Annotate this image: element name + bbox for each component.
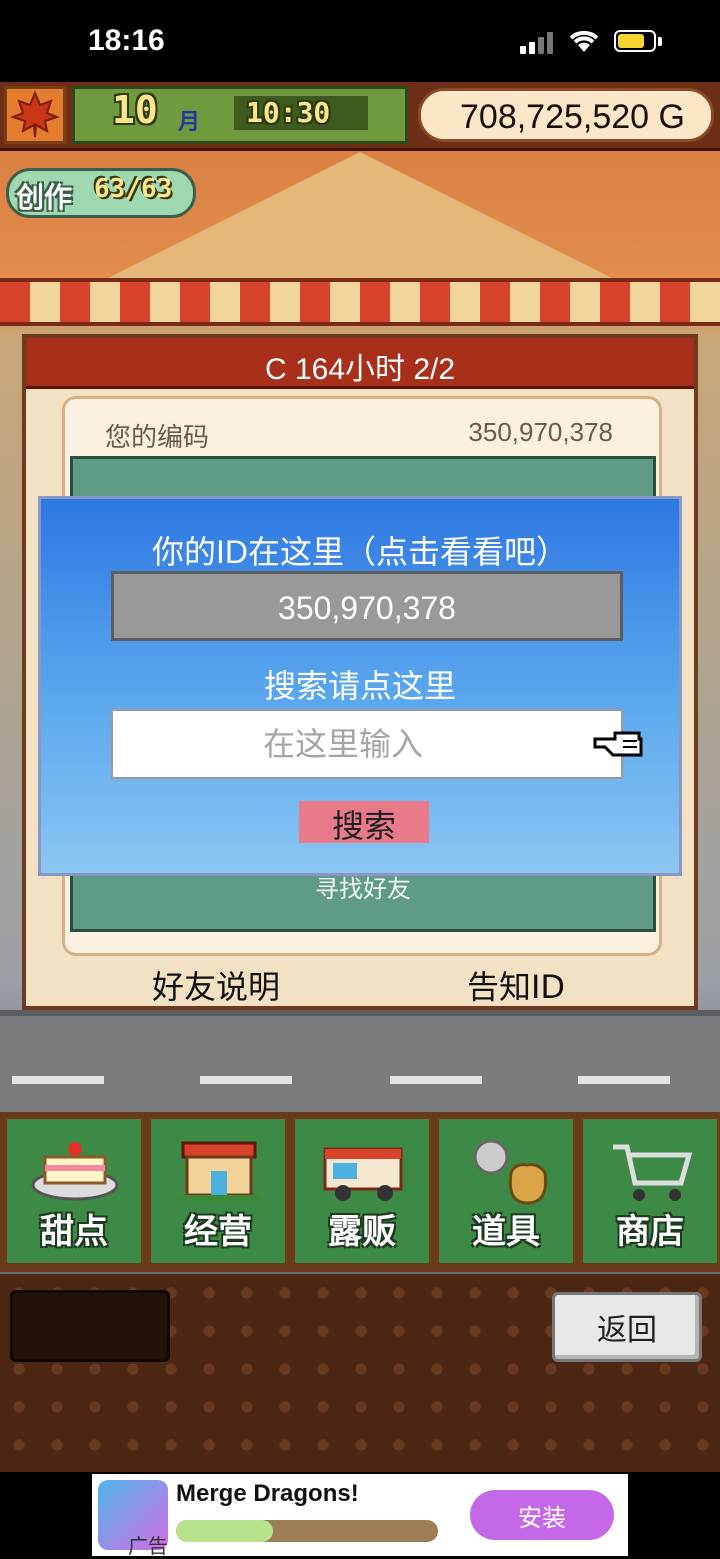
menu-store-label: 商店 <box>616 1212 684 1252</box>
cake-icon <box>31 1142 119 1201</box>
ad-progress-bar <box>176 1520 438 1542</box>
month-number: 10 <box>112 88 158 132</box>
game-clock: 10:30 <box>246 96 331 129</box>
season-leaf-button[interactable] <box>4 86 66 144</box>
lane-marking <box>390 1076 482 1084</box>
lane-marking <box>578 1076 670 1084</box>
code-value: 350,970,378 <box>468 417 613 447</box>
friend-help-button[interactable]: 好友说明 <box>86 962 346 1008</box>
search-hint: 搜索请点这里 <box>263 667 456 705</box>
battery-tip <box>658 37 662 46</box>
item-bag-icon <box>473 1139 548 1205</box>
create-label: 创作 <box>16 181 73 214</box>
money-amount: 708,725,520 G <box>460 98 685 136</box>
month-unit: 月 <box>178 110 201 135</box>
menu-stall-button[interactable]: 露贩 <box>292 1116 432 1266</box>
road <box>0 1010 720 1114</box>
dialog-title: 你的ID在这里（点击看看吧） <box>151 534 568 570</box>
game-scene: 10 月 10:30 708,725,520 G 创作 63/63 C 164小… <box>0 82 720 1472</box>
id-display-box[interactable]: 350,970,378 <box>111 571 623 641</box>
ad-banner: Merge Dragons! 广告 安装 <box>0 1472 720 1558</box>
tell-id-button[interactable]: 告知ID <box>386 962 646 1008</box>
status-time: 18:16 <box>88 24 165 57</box>
create-count: 63/63 <box>94 174 173 204</box>
lane-marking <box>12 1076 104 1084</box>
menu-dessert-button[interactable]: 甜点 <box>4 1116 144 1266</box>
food-truck-icon <box>323 1147 403 1201</box>
id-value: 350,970,378 <box>278 590 456 626</box>
menu-manage-button[interactable]: 经营 <box>148 1116 288 1266</box>
status-bar: 18:16 <box>0 0 720 82</box>
ad-title: Merge Dragons! <box>176 1480 359 1507</box>
search-button[interactable]: 搜索 <box>299 801 429 845</box>
menu-store-button[interactable]: 商店 <box>580 1116 720 1266</box>
lane-marking <box>200 1076 292 1084</box>
menu-items-label: 道具 <box>472 1212 540 1252</box>
panel-title-bar: C 164小时 2/2 <box>26 338 694 389</box>
bottom-menu: 甜点 经营 露贩 道具 商店 <box>0 1112 720 1272</box>
menu-stall-label: 露贩 <box>328 1212 396 1252</box>
ad-box[interactable]: Merge Dragons! 广告 安装 <box>92 1474 628 1558</box>
signal-icon <box>520 32 560 54</box>
search-input[interactable] <box>111 709 623 779</box>
cart-icon <box>613 1144 693 1201</box>
code-label: 您的编码 <box>105 422 210 452</box>
battery-level <box>618 34 644 48</box>
wifi-icon <box>569 30 599 52</box>
pointing-hand-icon <box>593 731 643 757</box>
shop-icon <box>177 1141 261 1203</box>
maple-leaf-icon <box>10 90 60 138</box>
back-button[interactable]: 返回 <box>552 1292 702 1362</box>
ad-progress-fill <box>176 1520 273 1542</box>
panel-title: C 164小时 2/2 <box>264 353 456 386</box>
ad-label: 广告 <box>128 1534 168 1558</box>
empty-slot <box>10 1290 170 1362</box>
menu-manage-label: 经营 <box>184 1212 252 1252</box>
battery-icon <box>614 30 656 52</box>
menu-items-button[interactable]: 道具 <box>436 1116 576 1266</box>
menu-dessert-label: 甜点 <box>40 1212 108 1252</box>
install-button[interactable]: 安装 <box>470 1490 614 1540</box>
id-search-dialog: 你的ID在这里（点击看看吧） 350,970,378 搜索请点这里 搜索 <box>38 496 682 876</box>
awning-stripe <box>0 278 720 326</box>
